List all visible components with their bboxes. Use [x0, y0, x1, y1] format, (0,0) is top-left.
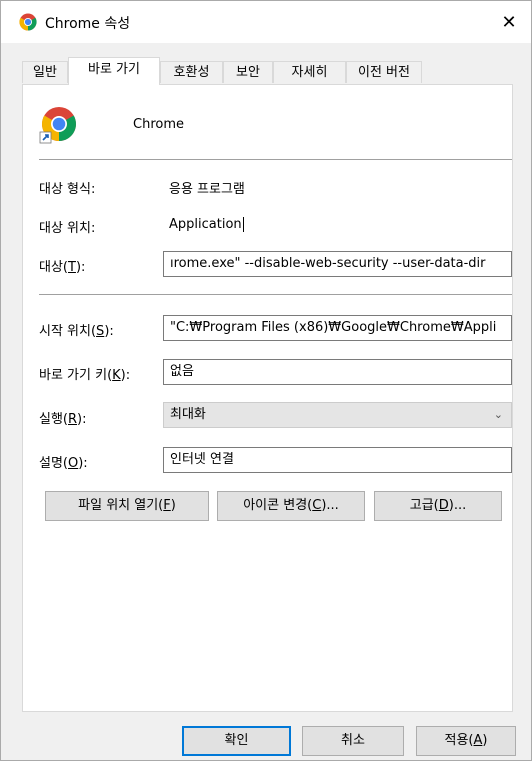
divider — [39, 294, 512, 295]
tab-details[interactable]: 자세히 — [273, 61, 346, 83]
comment-label: 설명(O): — [39, 456, 88, 471]
divider — [39, 159, 512, 160]
comment-input[interactable]: 인터넷 연결 — [163, 447, 512, 473]
cancel-button[interactable]: 취소 — [302, 726, 404, 756]
app-name: Chrome — [133, 117, 184, 132]
target-label: 대상(T): — [39, 260, 86, 275]
tab-security[interactable]: 보안 — [223, 61, 273, 83]
apply-button[interactable]: 적용(A) — [416, 726, 516, 756]
close-icon: ✕ — [501, 11, 517, 33]
target-location-label: 대상 위치: — [39, 221, 96, 236]
tab-previous-versions[interactable]: 이전 버전 — [346, 61, 422, 83]
ok-button[interactable]: 확인 — [182, 726, 291, 756]
target-input[interactable]: ırome.exe" --disable-web-security --user… — [163, 251, 512, 277]
properties-dialog: Chrome 속성 ✕ 일반 바로 가기 호환성 보안 자세히 이전 버전 Ch… — [0, 0, 532, 761]
shortcut-key-label: 바로 가기 키(K): — [39, 368, 131, 383]
shortcut-key-input[interactable]: 없음 — [163, 359, 512, 385]
start-in-label: 시작 위치(S): — [39, 324, 114, 339]
target-type-label: 대상 형식: — [39, 182, 96, 197]
target-location-value: Application​ — [169, 217, 244, 232]
text-cursor: ​ — [242, 217, 244, 232]
shortcut-panel — [22, 84, 513, 712]
chevron-down-icon: ⌄ — [493, 408, 503, 421]
window-title: Chrome 속성 — [45, 16, 131, 32]
tab-compatibility[interactable]: 호환성 — [160, 61, 223, 83]
close-button[interactable]: ✕ — [487, 1, 531, 43]
run-label: 실행(R): — [39, 412, 87, 427]
start-in-input[interactable]: "C:₩Program Files (x86)₩Google₩Chrome₩Ap… — [163, 315, 512, 341]
run-select[interactable]: 최대화 ⌄ — [163, 402, 512, 428]
open-file-location-button[interactable]: 파일 위치 열기(F) — [45, 491, 209, 521]
chrome-shortcut-icon — [39, 107, 76, 144]
title-bar: Chrome 속성 ✕ — [1, 1, 531, 43]
target-type-value: 응용 프로그램 — [169, 182, 245, 197]
tab-shortcut[interactable]: 바로 가기 — [68, 57, 160, 85]
advanced-button[interactable]: 고급(D)... — [374, 491, 502, 521]
tab-general[interactable]: 일반 — [22, 61, 68, 83]
change-icon-button[interactable]: 아이콘 변경(C)... — [217, 491, 365, 521]
chrome-icon — [19, 13, 37, 31]
